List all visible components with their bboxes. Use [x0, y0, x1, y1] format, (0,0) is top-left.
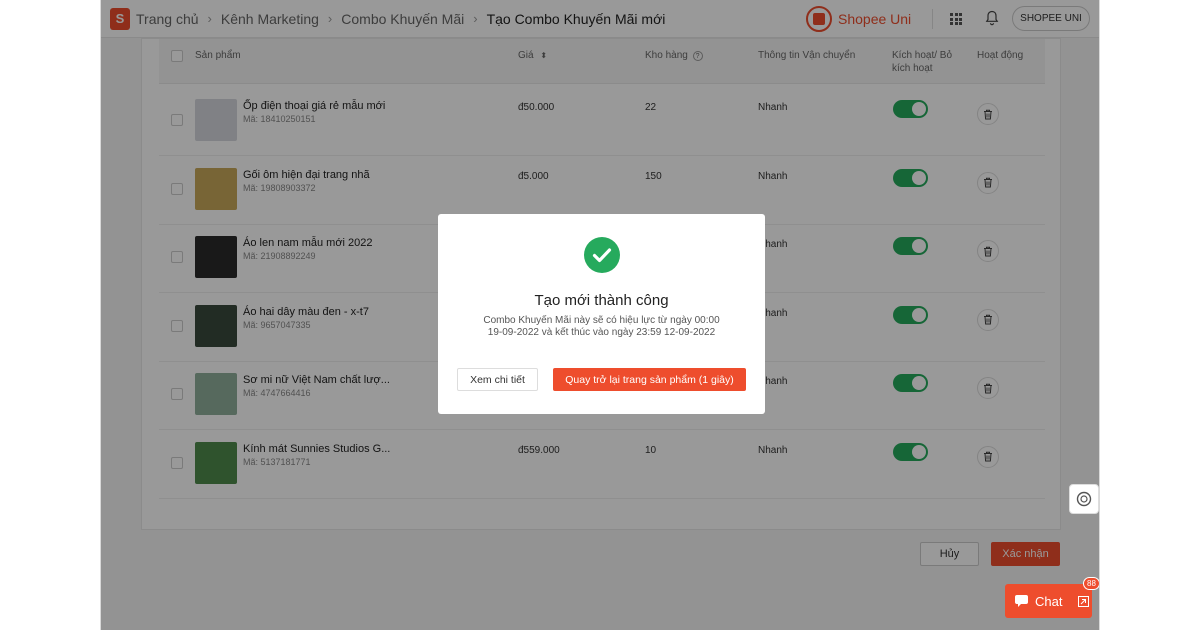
- support-button[interactable]: [1069, 484, 1099, 514]
- chat-bubble-icon: [1015, 595, 1028, 607]
- back-to-products-button[interactable]: Quay trở lại trang sản phẩm (1 giây): [553, 368, 746, 391]
- success-check-icon: [584, 237, 620, 273]
- modal-title: Tạo mới thành công: [534, 292, 669, 309]
- app-frame: S Trang chủ › Kênh Marketing › Combo Khu…: [100, 0, 1100, 630]
- expand-icon[interactable]: [1078, 595, 1090, 607]
- chat-unread-badge: 88: [1083, 577, 1099, 590]
- view-detail-button[interactable]: Xem chi tiết: [457, 368, 538, 391]
- chat-label: Chat: [1035, 593, 1063, 609]
- chat-button[interactable]: Chat: [1005, 584, 1092, 618]
- modal-message: Combo Khuyến Mãi này sẽ có hiệu lực từ n…: [483, 315, 720, 338]
- headset-icon: [1076, 491, 1092, 507]
- success-modal: Tạo mới thành công Combo Khuyến Mãi này …: [438, 214, 765, 414]
